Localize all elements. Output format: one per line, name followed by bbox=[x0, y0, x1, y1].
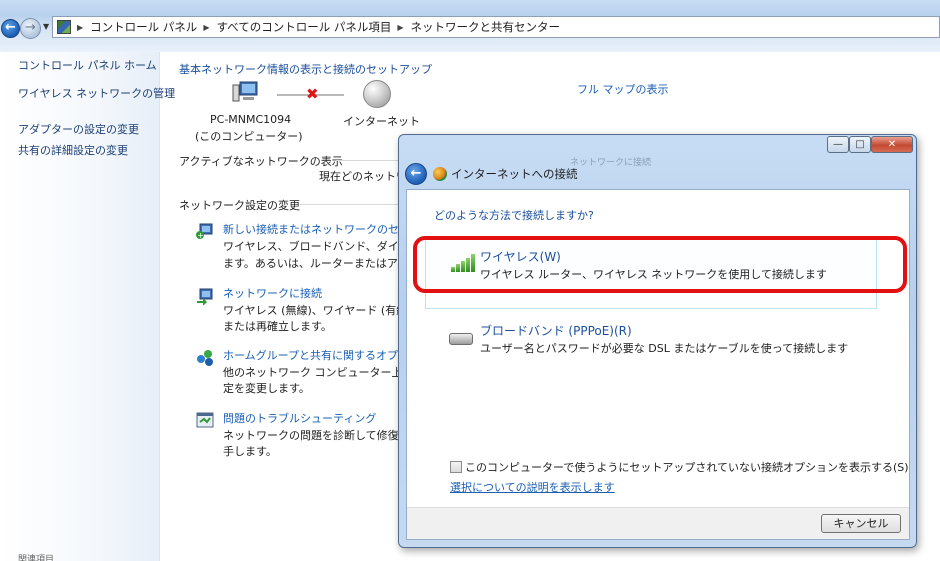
sidebar-link-sharing-settings[interactable]: 共有の詳細設定の変更 bbox=[18, 142, 128, 158]
connect-internet-dialog: ネットワークに接続 — □ ✕ ← インターネットへの接続 どのような方法で接続… bbox=[398, 134, 917, 548]
homegroup-icon bbox=[197, 350, 213, 366]
computer-icon bbox=[232, 81, 258, 102]
new-connection-icon: + bbox=[196, 223, 213, 240]
connect-network-icon bbox=[197, 288, 213, 305]
dialog-back-button[interactable]: ← bbox=[405, 163, 427, 185]
dialog-footer: キャンセル bbox=[407, 507, 909, 539]
task-desc-line: または再確立します。 bbox=[223, 320, 332, 333]
task-desc-line: ます。あるいは、ルーターまたはアク bbox=[223, 257, 409, 270]
task-link-new-connection[interactable]: 新しい接続またはネットワークのセッ bbox=[223, 221, 410, 237]
change-settings-title: ネットワーク設定の変更 bbox=[179, 199, 300, 212]
sidebar-link-adapter-settings[interactable]: アダプターの設定の変更 bbox=[18, 121, 139, 137]
network-globe-icon bbox=[433, 167, 447, 181]
back-button[interactable]: ← bbox=[1, 19, 20, 38]
sidebar-link-manage-wireless[interactable]: ワイヤレス ネットワークの管理 bbox=[18, 85, 175, 101]
red-highlight-annotation bbox=[413, 236, 907, 293]
option-broadband-desc[interactable]: ユーザー名とパスワードが必要な DSL またはケーブルを使って接続します bbox=[480, 340, 848, 356]
page-title: 基本ネットワーク情報の表示と接続のセットアップ bbox=[179, 63, 432, 76]
broadband-modem-icon bbox=[449, 333, 473, 345]
option-broadband-title[interactable]: ブロードバンド (PPPoE)(R) bbox=[480, 322, 632, 339]
this-computer-label: (このコンピューター) bbox=[195, 130, 303, 143]
disconnected-x-icon[interactable]: ✖ bbox=[306, 85, 319, 103]
address-bar: ← → ▼ ▶ コントロール パネル ▶ すべてのコントロール パネル項目 ▶ … bbox=[0, 0, 940, 52]
show-options-checkbox-label[interactable]: このコンピューターで使うようにセットアップされていない接続オプションを表示する(… bbox=[465, 459, 909, 475]
help-link[interactable]: 選択についての説明を表示します bbox=[450, 479, 615, 495]
sidebar: コントロール パネル ホーム ワイヤレス ネットワークの管理 アダプターの設定の… bbox=[0, 52, 175, 561]
task-link-troubleshoot[interactable]: 問題のトラブルシューティング bbox=[223, 410, 376, 426]
internet-label: インターネット bbox=[343, 115, 420, 128]
breadcrumb-control-panel[interactable]: コントロール パネル bbox=[90, 19, 197, 35]
task-desc-line: ワイヤレス、ブロードバンド、ダイヤル bbox=[223, 240, 421, 253]
troubleshoot-icon bbox=[196, 412, 214, 428]
task-desc-line: 手します。 bbox=[223, 445, 277, 458]
section-divider bbox=[336, 160, 398, 161]
task-link-connect-network[interactable]: ネットワークに接続 bbox=[223, 285, 322, 301]
svg-text:+: + bbox=[197, 231, 204, 240]
dialog-question: どのような方法で接続しますか? bbox=[434, 209, 594, 222]
breadcrumb-all-items[interactable]: すべてのコントロール パネル項目 bbox=[216, 19, 391, 35]
task-desc-line: ワイヤレス (無線)、ワイヤード (有線) bbox=[223, 304, 412, 317]
chevron-right-icon[interactable]: ▶ bbox=[77, 23, 83, 32]
history-dropdown-icon[interactable]: ▼ bbox=[43, 22, 49, 31]
cancel-button[interactable]: キャンセル bbox=[821, 514, 901, 533]
control-panel-icon bbox=[57, 20, 71, 34]
show-options-checkbox[interactable] bbox=[450, 461, 462, 473]
breadcrumb-network-center[interactable]: ネットワークと共有センター bbox=[411, 19, 561, 35]
active-networks-title: アクティブなネットワークの表示 bbox=[179, 155, 343, 168]
dialog-title: インターネットへの接続 bbox=[451, 167, 578, 181]
sidebar-link-control-panel-home[interactable]: コントロール パネル ホーム bbox=[18, 57, 157, 73]
current-network-text: 現在どのネットワ bbox=[319, 170, 407, 183]
chevron-right-icon[interactable]: ▶ bbox=[203, 23, 209, 32]
minimize-button[interactable]: — bbox=[827, 136, 849, 153]
task-desc-line: ネットワークの問題を診断して修復し bbox=[223, 429, 410, 442]
breadcrumb[interactable]: ▶ コントロール パネル ▶ すべてのコントロール パネル項目 ▶ ネットワーク… bbox=[52, 16, 940, 38]
internet-globe-icon bbox=[363, 80, 391, 108]
section-divider bbox=[300, 204, 398, 205]
sidebar-see-also-label: 関連項目 bbox=[18, 555, 55, 561]
maximize-button[interactable]: □ bbox=[849, 136, 871, 153]
pc-name-label: PC-MNMC1094 bbox=[210, 113, 292, 126]
dialog-body: どのような方法で接続しますか? ワイヤレス(W) ワイヤレス ルーター、ワイヤレ… bbox=[406, 189, 910, 540]
forward-button[interactable]: → bbox=[20, 18, 41, 39]
task-desc-line: 定を変更します。 bbox=[223, 382, 310, 395]
dialog-faint-caption: ネットワークに接続 bbox=[570, 158, 652, 168]
close-button[interactable]: ✕ bbox=[871, 136, 913, 153]
full-map-link[interactable]: フル マップの表示 bbox=[577, 81, 669, 97]
task-link-homegroup-options[interactable]: ホームグループと共有に関するオプショ bbox=[223, 347, 420, 363]
chevron-right-icon[interactable]: ▶ bbox=[397, 23, 403, 32]
task-desc-line: 他のネットワーク コンピューター上に bbox=[223, 366, 414, 379]
